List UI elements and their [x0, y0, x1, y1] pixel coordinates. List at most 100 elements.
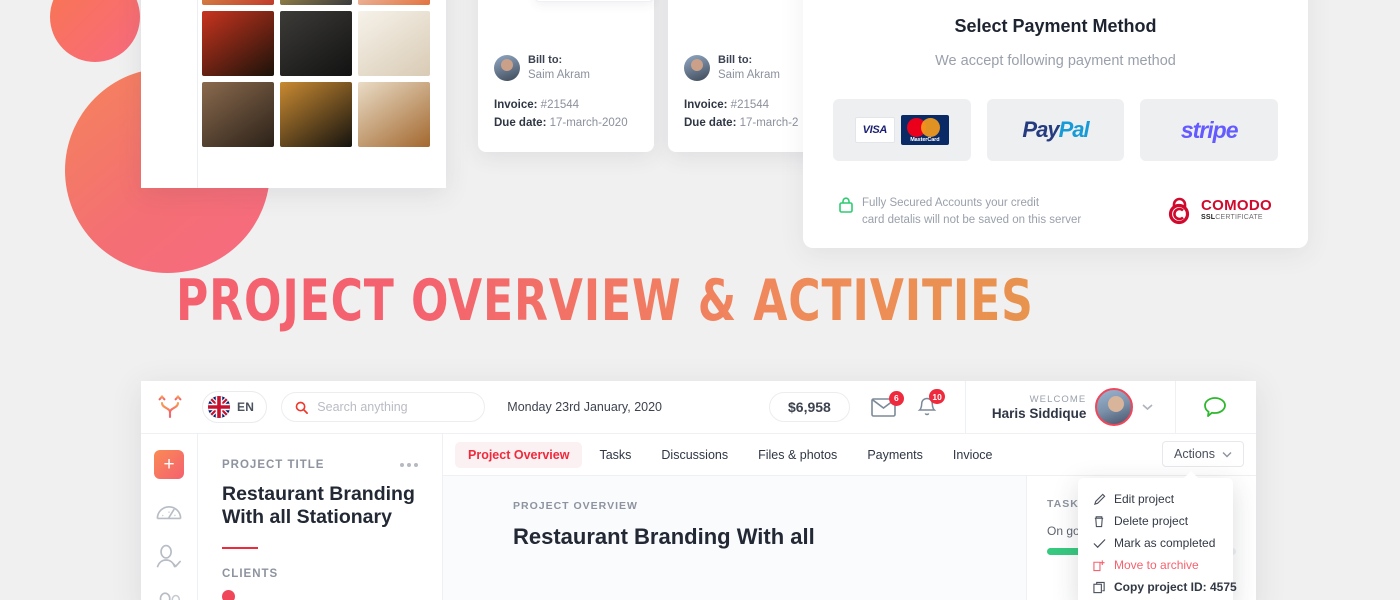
actions-dropdown-menu: Edit project Delete project Mark as comp… [1078, 471, 1237, 600]
chevron-down-icon [1222, 451, 1232, 457]
payment-method-list: VISA MasterCard PayPal stripe [833, 99, 1279, 161]
archive-icon [1092, 558, 1106, 572]
tab-invoice[interactable]: Invioce [940, 442, 1006, 468]
menu-item-mark-completed[interactable]: Mark as completed [1078, 532, 1233, 554]
client-avatar[interactable] [222, 589, 235, 600]
payment-option-paypal[interactable]: PayPal [986, 99, 1125, 161]
divider [222, 546, 258, 549]
welcome-label: WELCOME [1029, 393, 1087, 405]
arrows-up-split-logo-icon [158, 395, 181, 419]
more-options-icon[interactable] [400, 463, 418, 467]
balance-badge[interactable]: $6,958 [769, 392, 850, 422]
chevron-down-icon[interactable] [1142, 403, 1153, 411]
clients-label: CLIENTS [222, 567, 279, 580]
search-input[interactable]: Search anything [281, 392, 486, 422]
mail-button[interactable]: 6 [871, 390, 904, 417]
bill-to-row: Bill to: Saim Akram [494, 53, 638, 83]
payment-title: Select Payment Method [954, 16, 1157, 36]
payment-footer: Fully Secured Accounts your credit card … [833, 195, 1278, 230]
invoice-input-field[interactable] [535, 0, 653, 2]
comodo-subtext: SSLCERTIFICATE [1201, 213, 1272, 223]
due-date-value: 17-march-2 [739, 117, 799, 130]
invoice-number-label: Invoice: [494, 99, 538, 112]
user-menu[interactable]: WELCOME Haris Siddique [964, 381, 1154, 434]
comodo-certificate: CERTIFICATE [1215, 213, 1263, 221]
avatar [684, 55, 710, 82]
secure-line-1: Fully Secured Accounts your credit [862, 197, 1040, 209]
overview-title: Restaurant Branding With all [513, 524, 815, 549]
restaurant-menu-sheets[interactable] [358, 11, 430, 76]
add-button[interactable]: + [154, 450, 184, 480]
fries-with-ketchup-dark[interactable] [280, 0, 352, 5]
page-headline: PROJECT OVERVIEW & ACTIVITIES [176, 268, 1034, 334]
burger-on-paper-light[interactable] [358, 82, 430, 147]
current-date: Monday 23rd January, 2020 [507, 400, 663, 414]
actions-button[interactable]: Actions [1162, 441, 1244, 467]
payment-option-card[interactable]: VISA MasterCard [833, 99, 971, 161]
classic-burgers-poster-red[interactable] [202, 11, 274, 76]
bill-to-label: Bill to: [528, 54, 563, 66]
burger-menu-flyer-white[interactable] [358, 0, 430, 5]
comodo-lock-icon [1168, 197, 1190, 225]
payment-option-stripe[interactable]: stripe [1140, 99, 1279, 161]
menu-item-label: Copy project ID: 4575 [1114, 580, 1237, 594]
invoice-number-label: Invoice: [684, 99, 728, 112]
top-mockup-strip: $6 Bill to: Saim Akram Invoice: #21544 D… [0, 0, 1400, 250]
project-title-label: PROJECT TITLE [222, 459, 325, 471]
mail-badge: 6 [888, 390, 904, 406]
paypal-pay: Pay [1022, 117, 1059, 142]
stripe-icon: stripe [1180, 116, 1239, 143]
notification-badge: 10 [929, 389, 945, 404]
menu-item-label: Delete project [1114, 514, 1189, 528]
user-check-icon[interactable] [155, 544, 183, 569]
tab-tasks[interactable]: Tasks [586, 442, 644, 468]
menu-item-label: Move to archive [1114, 558, 1199, 572]
due-date-label: Due date: [494, 117, 547, 130]
mastercard-label: MasterCard [910, 137, 940, 143]
menu-item-delete-project[interactable]: Delete project [1078, 510, 1233, 532]
invoice-card[interactable]: $6 Bill to: Saim Akram Invoice: #21544 D… [478, 0, 654, 152]
avatar[interactable] [1095, 388, 1134, 426]
dashboard-icon[interactable] [155, 501, 183, 522]
comodo-wordmark: COMODO [1201, 196, 1272, 214]
notifications-button[interactable]: 10 [917, 389, 945, 418]
tab-files-photos[interactable]: Files & photos [745, 442, 850, 468]
secure-note: Fully Secured Accounts your credit card … [839, 195, 1081, 230]
lock-icon [839, 197, 853, 213]
invoice-number: #21544 [730, 99, 770, 112]
project-overview-section: PROJECT OVERVIEW Restaurant Branding Wit… [443, 476, 1026, 600]
bill-to-label: Bill to: [718, 54, 753, 66]
welcome-text: WELCOME Haris Siddique [992, 394, 1087, 421]
paypal-pal: Pal [1058, 117, 1090, 142]
burgers-and-fries-tray[interactable] [202, 82, 274, 147]
menu-item-move-to-archive[interactable]: Move to archive [1078, 554, 1233, 576]
tab-bar: Project Overview Tasks Discussions Files… [443, 434, 1256, 475]
users-icon[interactable] [155, 591, 183, 600]
app-logo[interactable] [141, 394, 198, 420]
cheeseburger-with-fries-dark[interactable] [280, 82, 352, 147]
overview-kicker: PROJECT OVERVIEW [513, 500, 638, 512]
tab-discussions[interactable]: Discussions [648, 442, 741, 468]
check-icon [1092, 536, 1106, 550]
chat-bubble-icon [1204, 396, 1227, 417]
search-icon [295, 401, 309, 414]
beef-classic-burgers-poster-dark[interactable] [280, 11, 352, 76]
language-selector[interactable]: EN [202, 391, 268, 423]
menu-item-copy-project-id[interactable]: Copy project ID: 4575 [1078, 576, 1237, 598]
secure-note-text: Fully Secured Accounts your credit card … [862, 195, 1081, 230]
pencil-icon [1092, 492, 1106, 506]
payment-subtitle: We accept following payment method [935, 53, 1176, 69]
search-placeholder: Search anything [317, 400, 408, 414]
select-payment-method-card: Select Payment Method We accept followin… [803, 0, 1308, 248]
menu-item-label: Mark as completed [1114, 536, 1216, 550]
due-date-label: Due date: [684, 117, 737, 130]
language-label: EN [237, 400, 255, 414]
actions-button-label: Actions [1174, 447, 1215, 461]
copy-icon [1092, 580, 1106, 594]
tab-payments[interactable]: Payments [854, 442, 936, 468]
trash-icon [1092, 514, 1106, 528]
tab-project-overview[interactable]: Project Overview [455, 441, 583, 468]
menu-item-edit-project[interactable]: Edit project [1078, 488, 1233, 510]
chat-button[interactable] [1175, 381, 1228, 434]
fries-on-checkered-paper[interactable] [202, 0, 274, 5]
